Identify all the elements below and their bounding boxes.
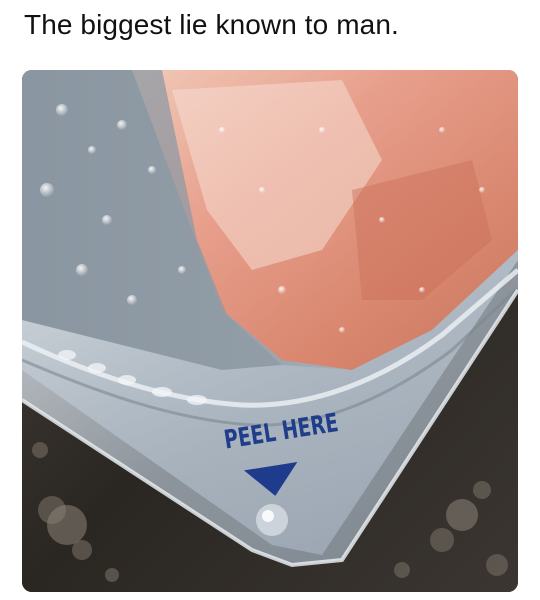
meat-package-photo: PEEL HERE	[22, 70, 518, 592]
photo-illustration	[22, 70, 518, 592]
post-caption: The biggest lie known to man.	[24, 9, 399, 40]
